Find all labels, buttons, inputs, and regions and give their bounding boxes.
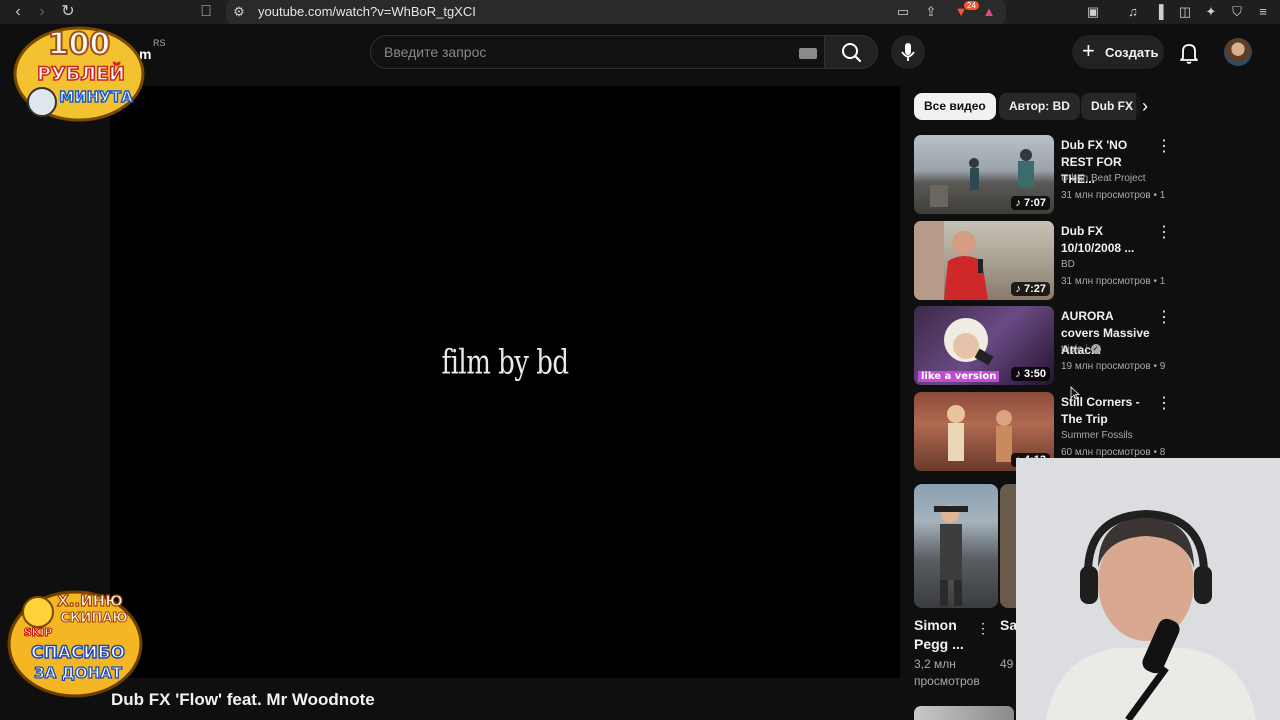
duration-badge: ♪ 3:50 xyxy=(1011,367,1050,381)
vpn-icon[interactable]: ⛉ xyxy=(1228,3,1246,21)
view-stats: 19 млн просмотров • 9 xyxy=(1061,361,1166,372)
channel-name[interactable]: BD xyxy=(1061,259,1075,270)
video-thumbnail[interactable]: like a version ♪ 3:50 xyxy=(914,306,1054,385)
recommendation-item[interactable]: like a version ♪ 3:50 AURORA covers Mass… xyxy=(914,306,1174,386)
create-label: Создать xyxy=(1105,45,1159,60)
verified-icon: ✓ xyxy=(1090,344,1101,355)
search-button[interactable] xyxy=(824,35,878,69)
video-frame-text: film by bd xyxy=(441,343,569,383)
bookmark-icon[interactable]: ⎕ xyxy=(196,2,216,22)
channel-name[interactable]: triple j ✓ xyxy=(1061,344,1101,355)
url-text[interactable]: youtube.com/watch?v=WhBoR_tgXCI xyxy=(258,4,476,19)
recommendation-item[interactable]: ♪ 7:07 Dub FX 'NO REST FOR THE... Urban … xyxy=(914,135,1174,215)
stream-donation-badge: 100 РУБЛЕЙ МИНУТА xyxy=(13,26,145,122)
duration-badge: ♪ 7:27 xyxy=(1011,282,1050,296)
channel-name[interactable]: Summer Fossils xyxy=(1061,430,1133,441)
rewards-icon[interactable]: ▲ xyxy=(980,3,998,21)
more-options-icon[interactable]: ⋮ xyxy=(976,620,990,637)
extension-badge: 24 xyxy=(964,1,979,10)
browser-toolbar: ‹ › ↻ ⎕ ⚙ youtube.com/watch?v=WhBoR_tgXC… xyxy=(0,0,1280,24)
webcam-overlay xyxy=(1016,458,1280,720)
video-thumbnail[interactable]: ♪ 7:27 xyxy=(914,221,1054,300)
more-options-icon[interactable]: ⋮ xyxy=(1156,137,1172,157)
view-stats: 60 млн просмотров • 8 xyxy=(1061,447,1166,458)
view-stats: 31 млн просмотров • 1 xyxy=(1061,276,1166,287)
chip-all-videos[interactable]: Все видео xyxy=(914,93,996,120)
video-thumbnail[interactable]: ♪ 7:07 xyxy=(914,135,1054,214)
sidebar-icon[interactable]: ▐ xyxy=(1150,3,1168,21)
badge-bottom-line-4: СПАСИБО xyxy=(31,643,125,663)
short-thumbnail[interactable] xyxy=(914,484,998,608)
voice-search-button[interactable] xyxy=(891,35,925,69)
keyboard-icon[interactable] xyxy=(799,48,817,59)
next-recommendation-thumbnail[interactable] xyxy=(914,706,1014,720)
more-options-icon[interactable]: ⋮ xyxy=(1156,223,1172,243)
video-title: Dub FX 'Flow' feat. Mr Woodnote xyxy=(111,690,375,709)
badge-bottom-line-3: SKIP xyxy=(24,626,53,639)
badge-top-line-2: РУБЛЕЙ xyxy=(37,62,125,85)
mouse-cursor-icon xyxy=(1070,386,1080,400)
duration-badge: ♪ 7:07 xyxy=(1011,196,1050,210)
recommendation-item[interactable]: ♪ 7:27 Dub FX 10/10/2008 ... BD 31 млн п… xyxy=(914,221,1174,301)
chip-dub-fx[interactable]: Dub FX xyxy=(1081,93,1141,120)
badge-bottom-line-2: СКИПАЮ xyxy=(60,611,127,626)
notifications-button[interactable] xyxy=(1176,40,1202,66)
badge-top-line-3: МИНУТА xyxy=(59,88,133,106)
chevron-right-icon: › xyxy=(1142,96,1148,116)
region-code: RS xyxy=(153,38,166,48)
plus-icon: + xyxy=(1082,38,1095,63)
stream-skip-badge: Х..ЙНЮ СКИПАЮ SKIP СПАСИБО ЗА ДОНАТ xyxy=(7,590,143,698)
reader-icon[interactable]: ▣ xyxy=(1084,3,1102,21)
search-icon xyxy=(842,43,862,63)
menu-icon[interactable]: ≡ xyxy=(1254,3,1272,21)
thumbnail-caption: like a version xyxy=(918,371,1000,382)
short-item[interactable]: Sa... Bla... 49 ... про... xyxy=(1000,484,1016,694)
video-player[interactable]: film by bd xyxy=(110,86,900,678)
search-box[interactable] xyxy=(370,35,824,69)
music-icon[interactable]: ♫ xyxy=(1124,3,1142,21)
badge-bottom-line-1: Х..ЙНЮ xyxy=(57,591,123,610)
chip-author[interactable]: Автор: BD xyxy=(999,93,1080,120)
cast-icon[interactable]: ▭ xyxy=(894,3,912,21)
short-title[interactable]: Simon Pegg ... xyxy=(914,616,984,654)
more-options-icon[interactable]: ⋮ xyxy=(1156,394,1172,414)
short-title[interactable]: Sa... Bla... xyxy=(1000,616,1016,635)
create-button[interactable]: + Создать xyxy=(1072,35,1164,69)
short-thumbnail[interactable] xyxy=(1000,484,1016,608)
badge-top-line-1: 100 xyxy=(48,27,111,62)
view-stats: 31 млн просмотров • 1 xyxy=(1061,190,1166,201)
channel-name[interactable]: Urban Beat Project xyxy=(1061,173,1146,184)
short-item[interactable]: Simon Pegg ... ⋮ 3,2 млн просмотров xyxy=(914,484,998,688)
leo-icon[interactable]: ✦ xyxy=(1202,3,1220,21)
account-avatar[interactable] xyxy=(1224,38,1252,66)
more-options-icon[interactable]: ⋮ xyxy=(1156,308,1172,328)
badge-bottom-line-5: ЗА ДОНАТ xyxy=(34,664,123,682)
chips-next-button[interactable]: › xyxy=(1136,93,1162,120)
short-views: 49 ... про... xyxy=(1000,657,1016,671)
recommendation-title[interactable]: Dub FX 10/10/2008 ... xyxy=(1061,223,1153,257)
microphone-icon xyxy=(901,43,915,61)
search-input[interactable] xyxy=(384,44,784,60)
bell-icon xyxy=(1180,44,1198,64)
wallet-icon[interactable]: ◫ xyxy=(1176,3,1194,21)
streamer-video xyxy=(1016,458,1280,720)
site-settings-icon[interactable]: ⚙ xyxy=(230,3,248,21)
share-icon[interactable]: ⇪ xyxy=(922,3,940,21)
short-views: 3,2 млн просмотров xyxy=(914,657,980,688)
